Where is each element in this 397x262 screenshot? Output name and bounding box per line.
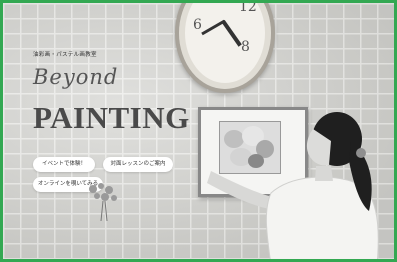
clock-minute-hand <box>201 19 226 36</box>
events-button[interactable]: イベントで体験！ <box>33 157 95 172</box>
hero-subtitle: 油彩画・パステル画教室 <box>33 52 97 58</box>
clock-numeral: 6 <box>193 17 202 33</box>
clock-numeral: 8 <box>241 39 250 55</box>
dried-flowers-image <box>89 183 117 221</box>
clock-numeral: 12 <box>239 0 257 15</box>
brand-main-title: PAINTING <box>33 100 190 135</box>
in-person-lessons-button[interactable]: 対面レッスンのご案内 <box>103 157 173 172</box>
person-image <box>207 112 379 259</box>
hero-banner: 6 12 8 油彩画・パステル画教室 Beyond PAINTING イベントで… <box>0 0 397 262</box>
clock-hour-hand <box>221 19 242 47</box>
brand-script-logo: Beyond <box>33 65 119 89</box>
